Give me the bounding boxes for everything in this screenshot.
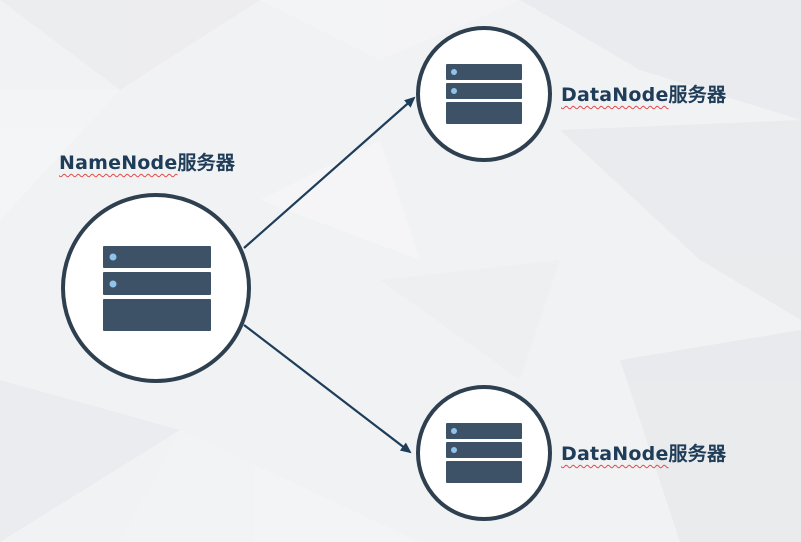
- server-rack-icon: [103, 246, 211, 331]
- datanode-bottom-server-node: [416, 385, 552, 521]
- datanode-bottom-label-name: DataNode: [561, 443, 669, 465]
- namenode-label-name: NameNode: [59, 152, 178, 174]
- datanode-bottom-label-suffix: 服务器: [668, 443, 727, 465]
- datanode-bottom-label: DataNode服务器: [561, 439, 726, 466]
- namenode-label: NameNode服务器: [59, 148, 235, 175]
- datanode-top-server-node: [416, 26, 552, 162]
- datanode-top-label-suffix: 服务器: [668, 84, 727, 106]
- server-rack-icon: [446, 423, 522, 483]
- datanode-top-label-name: DataNode: [561, 84, 669, 106]
- namenode-label-suffix: 服务器: [177, 152, 236, 174]
- arrow-to-datanode-bottom: [243, 324, 412, 454]
- server-rack-icon: [446, 64, 522, 124]
- datanode-top-label: DataNode服务器: [561, 80, 726, 107]
- diagram-canvas: NameNode服务器 DataNode服务器 DataNode服务器: [0, 0, 801, 542]
- namenode-server-node: [61, 193, 251, 383]
